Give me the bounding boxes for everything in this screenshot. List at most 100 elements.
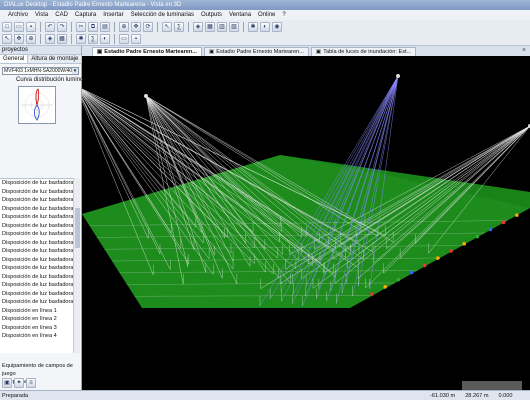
window-title: DIALux Desktop - Estadio Padre Ernesto M… (4, 2, 182, 8)
3d-viewport[interactable] (82, 56, 530, 390)
save-icon[interactable]: ▪ (131, 34, 141, 44)
floodlight-marker (501, 220, 506, 225)
list-item[interactable]: Disposición en línea 3 (0, 324, 80, 333)
menu-item[interactable]: Outputs (201, 12, 222, 18)
luminaire-select-value: MVF403 1xMHN-SA2000W/400V (4, 68, 79, 74)
list-item[interactable]: Disposición en línea 2 (0, 315, 80, 324)
list-item[interactable]: Disposición de luz basfadora 63 (0, 298, 80, 307)
floodlight-marker (422, 263, 427, 268)
list-item[interactable]: Disposición de luz basfadora 62 (0, 290, 80, 299)
view-top-icon[interactable]: ▦ (57, 34, 67, 44)
menu-item[interactable]: Archivo (8, 12, 28, 18)
title-bar: DIALux Desktop - Estadio Padre Ernesto M… (0, 0, 530, 10)
list-item[interactable]: Disposición de luz basfadora 58 (0, 256, 80, 265)
zoom-icon[interactable]: ⊕ (119, 22, 129, 32)
zoom-icon[interactable]: ⊕ (26, 34, 36, 44)
toolbar-separator (71, 34, 72, 44)
document-tab[interactable]: ▣ Tabla de luces de inundación: Est... (310, 47, 417, 56)
chevron-down-icon[interactable]: ▾ (72, 68, 78, 74)
paste-icon[interactable]: ▤ (100, 22, 110, 32)
list-item[interactable]: Disposición de luz basfadora 51 (0, 196, 80, 205)
list-item[interactable]: Disposición de luz basfadora 50 (0, 188, 80, 197)
list-item[interactable]: Disposición en línea 4 (0, 332, 80, 341)
footer-line[interactable]: Equipamiento de campos de juego (2, 362, 80, 378)
undo-icon[interactable]: ↶ (45, 22, 55, 32)
calculation-icon[interactable]: ≡ (26, 378, 36, 388)
list-item[interactable]: Disposición de luz basfadora 56 (0, 239, 80, 248)
view-top-icon[interactable]: ▦ (205, 22, 215, 32)
floodlight-marker (370, 292, 374, 296)
light-mast (396, 74, 400, 78)
panel-header: proyectos (0, 46, 81, 55)
floodlight-marker (409, 270, 414, 275)
coord-y: 28.267 m (465, 393, 489, 399)
view-side-icon[interactable]: ▧ (229, 22, 239, 32)
raytrace-icon[interactable]: ◉ (272, 22, 282, 32)
toolbar-separator (71, 22, 72, 32)
view-3d-icon[interactable]: ◈ (45, 34, 55, 44)
menu-item[interactable]: Ventana (229, 12, 251, 18)
render-icon[interactable]: ◐ (260, 22, 270, 32)
list-item[interactable]: Disposición en línea 1 (0, 307, 80, 316)
menu-item[interactable]: Selección de luminarias (131, 12, 194, 18)
tab-general[interactable]: General (0, 55, 29, 63)
open-icon[interactable]: ▭ (119, 34, 129, 44)
list-item[interactable]: Disposición de luz basfadora 60 (0, 273, 80, 282)
menu-item[interactable]: ? (282, 12, 285, 18)
pan-icon[interactable]: ✥ (131, 22, 141, 32)
document-tab[interactable]: ▣ Estadio Padre Ernesto Martearen... (92, 47, 202, 56)
list-item[interactable]: Disposición de luz basfadora 49 (0, 179, 80, 188)
toolbar-separator (114, 22, 115, 32)
3d-scene[interactable] (82, 56, 530, 390)
light-mast (144, 94, 148, 98)
luminaire-icon[interactable]: ✦ (14, 378, 24, 388)
document-tabs: ▣ Estadio Padre Ernesto Martearen... ▣ Esta… (82, 46, 530, 56)
list-item[interactable]: Disposición de luz basfadora 53 (0, 213, 80, 222)
redo-icon[interactable]: ↷ (57, 22, 67, 32)
select-icon[interactable]: ↖ (2, 34, 12, 44)
cut-icon[interactable]: ✂ (76, 22, 86, 32)
list-scrollbar[interactable] (73, 178, 80, 353)
coord-z: 0.000 (498, 393, 513, 399)
view-3d-icon[interactable]: ◈ (193, 22, 203, 32)
calc-icon[interactable]: ∑ (174, 22, 184, 32)
menu-item[interactable]: Vista (35, 12, 48, 18)
luminaire-arrangement-list: Disposición de luz basfadora 49 Disposici… (0, 178, 80, 353)
list-item[interactable]: Disposición de luz basfadora 61 (0, 281, 80, 290)
copy-icon[interactable]: ⧉ (88, 22, 98, 32)
floodlight-marker (396, 277, 401, 282)
save-icon[interactable]: ▪ (26, 22, 36, 32)
panel-tabs: General Altura de montaje (0, 55, 83, 64)
open-icon[interactable]: ▭ (14, 22, 24, 32)
toolbar-separator (188, 22, 189, 32)
list-item[interactable]: Disposición de luz basfadora 57 (0, 247, 80, 256)
list-item[interactable]: Disposición de luz basfadora 52 (0, 205, 80, 214)
project-icon[interactable]: ▣ (2, 378, 12, 388)
render-icon[interactable]: ◐ (100, 34, 110, 44)
rotate-icon[interactable]: ⟳ (143, 22, 153, 32)
calc-icon[interactable]: ∑ (88, 34, 98, 44)
menu-item[interactable]: Online (258, 12, 275, 18)
document-tab[interactable]: ▣ Estadio Padre Ernesto Martearen... (203, 47, 309, 56)
list-item[interactable]: Disposición de luz basfadora 59 (0, 264, 80, 273)
new-file-icon[interactable]: □ (2, 22, 12, 32)
list-item[interactable]: Disposición de luz basfadora 55 (0, 230, 80, 239)
list-item[interactable]: Disposición de luz basfadora 54 (0, 222, 80, 231)
scrollbar-thumb[interactable] (75, 208, 80, 248)
menu-bar: Archivo Vista CAD Captura Insertar Selección … (0, 10, 530, 20)
menu-item[interactable]: Insertar (103, 12, 123, 18)
toolbar-separator (40, 22, 41, 32)
curve-label: Curva distribución luminosa (16, 77, 90, 83)
light-icon[interactable]: ✱ (248, 22, 258, 32)
tab-altura-de-montaje[interactable]: Altura de montaje (28, 55, 83, 63)
light-icon[interactable]: ✱ (76, 34, 86, 44)
menu-item[interactable]: CAD (55, 12, 68, 18)
floodlight-marker (515, 213, 519, 217)
view-front-icon[interactable]: ▥ (217, 22, 227, 32)
toolbar-separator (157, 22, 158, 32)
pan-icon[interactable]: ✥ (14, 34, 24, 44)
close-icon[interactable]: × (522, 47, 526, 54)
luminaire-select[interactable]: MVF403 1xMHN-SA2000W/400V ▾ (2, 67, 79, 75)
select-icon[interactable]: ↖ (162, 22, 172, 32)
menu-item[interactable]: Captura (75, 12, 96, 18)
